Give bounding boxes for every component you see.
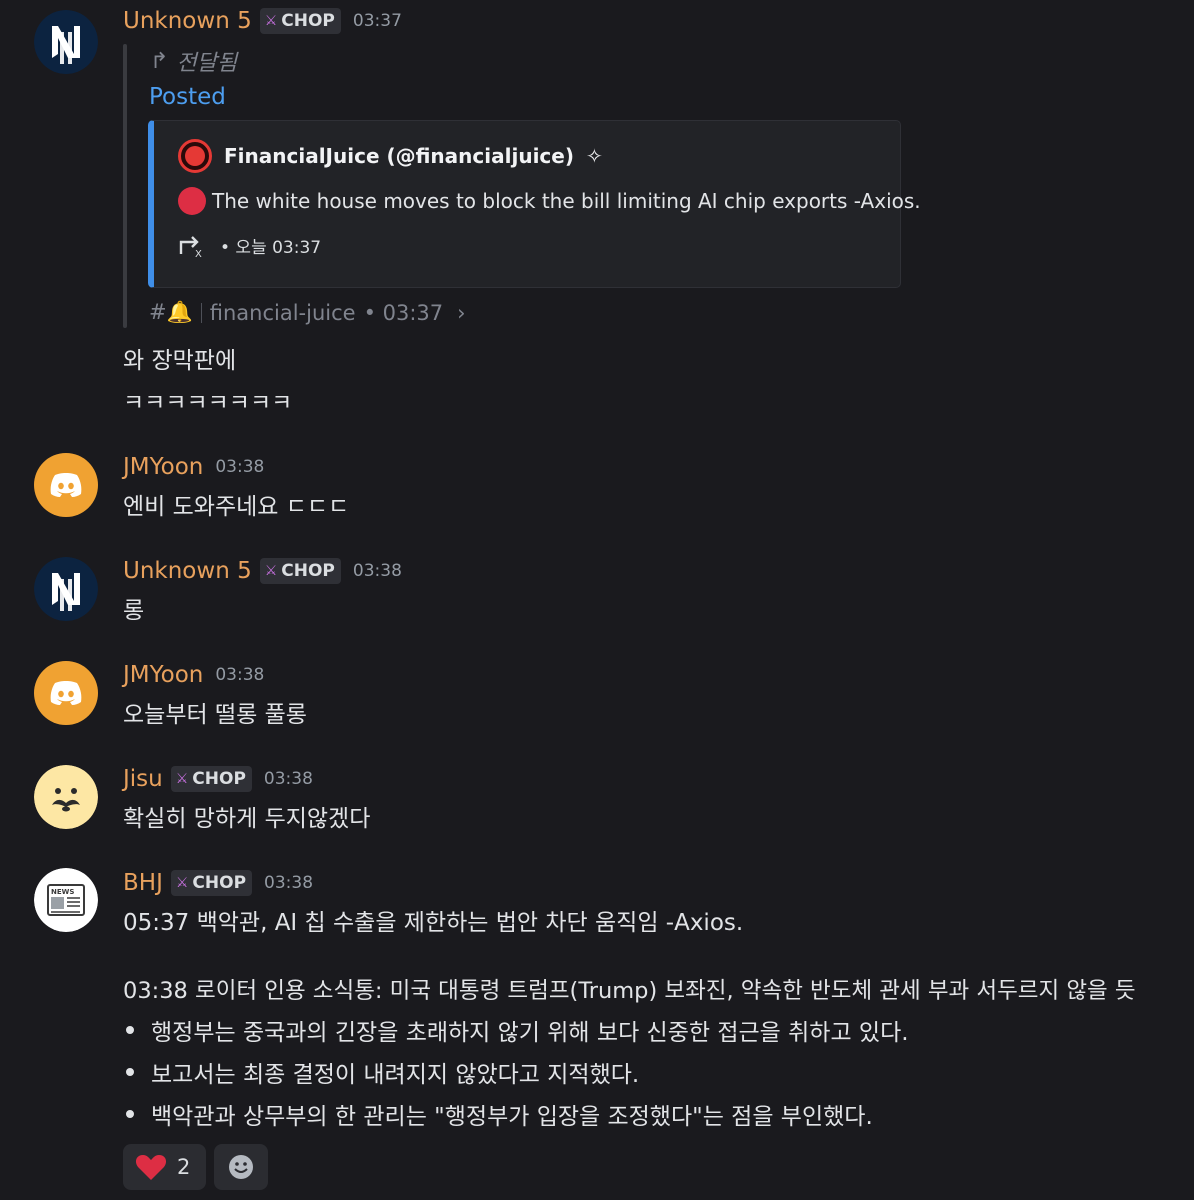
role-badge[interactable]: ⚔ CHOP [170, 766, 252, 792]
ny-yankees-logo-icon [34, 557, 98, 621]
embed-footer: X • 오늘 03:37 [178, 233, 321, 258]
message-header: Jisu ⚔ CHOP 03:38 [123, 766, 313, 792]
reaction-heart[interactable]: 2 [123, 1144, 206, 1190]
posted-link[interactable]: Posted [149, 84, 226, 110]
forward-arrow-icon: ↱ [150, 48, 169, 74]
message-header: Unknown 5 ⚔ CHOP 03:37 [123, 8, 402, 34]
reactions-bar: 2 [123, 1144, 268, 1190]
reaction-count: 2 [177, 1155, 191, 1179]
avatar[interactable] [34, 10, 98, 74]
timestamp[interactable]: 03:38 [215, 665, 264, 685]
divider [200, 302, 202, 323]
embed-author-name[interactable]: FinancialJuice (@financialjuice) [224, 144, 574, 168]
avatar[interactable] [34, 661, 98, 725]
timestamp[interactable]: 03:38 [264, 769, 313, 789]
timestamp[interactable]: 03:38 [215, 457, 264, 477]
avatar[interactable] [34, 453, 98, 517]
message-text: ㅋㅋㅋㅋㅋㅋㅋㅋ [123, 390, 293, 416]
list-item: 보고서는 최종 결정이 내려지지 않았다고 지적했다. [123, 1055, 639, 1089]
timestamp[interactable]: 03:37 [353, 11, 402, 31]
username[interactable]: JMYoon [123, 662, 203, 688]
source-channel-name: financial-juice [209, 300, 356, 325]
username[interactable]: JMYoon [123, 454, 203, 480]
sword-icon: ⚔ [175, 875, 189, 891]
bullet-dot [126, 1110, 134, 1118]
tweet-embed[interactable]: FinancialJuice (@financialjuice) ✧ The w… [148, 120, 921, 288]
username[interactable]: Jisu [123, 766, 163, 792]
forward-bar [123, 44, 127, 328]
embed-footer-text: • 오늘 03:37 [220, 238, 322, 258]
discord-logo-icon [50, 473, 82, 497]
message-text: 오늘부터 떨롱 풀롱 [123, 702, 307, 728]
badge-label: CHOP [281, 11, 335, 31]
embed-description: The white house moves to block the bill … [178, 187, 921, 215]
message-header: Unknown 5 ⚔ CHOP 03:38 [123, 558, 402, 584]
source-channel-link[interactable]: #🔔 financial-juice • 03:37 › [149, 300, 466, 325]
sword-icon: ⚔ [264, 13, 278, 29]
username[interactable]: Unknown 5 [123, 558, 252, 584]
message-header: JMYoon 03:38 [123, 454, 264, 480]
role-badge[interactable]: ⚔ CHOP [259, 8, 341, 34]
red-circle-icon [178, 187, 206, 215]
message-text: 05:37 백악관, AI 칩 수출을 제한하는 법안 차단 움직임 -Axio… [123, 910, 744, 936]
message-text: 확실히 망하게 두지않겠다 [123, 806, 371, 832]
discord-logo-icon [50, 681, 82, 705]
role-badge[interactable]: ⚔ CHOP [170, 870, 253, 896]
newspaper-icon: NEWS [34, 868, 98, 932]
list-item-text: 행정부는 중국과의 긴장을 초래하지 않기 위해 보다 신중한 접근을 취하고 … [151, 1020, 909, 1046]
svg-text:NEWS: NEWS [51, 888, 74, 896]
embed-author[interactable]: FinancialJuice (@financialjuice) ✧ [178, 139, 603, 173]
badge-label: CHOP [192, 873, 247, 893]
avatar[interactable] [34, 557, 98, 621]
sparkle-icon: ✧ [585, 144, 603, 168]
username[interactable]: BHJ [123, 870, 163, 896]
source-time: • 03:37 [363, 300, 444, 325]
message-text: 엔비 도와주네요 ㄷㄷㄷ [123, 494, 350, 520]
svg-text:X: X [195, 249, 202, 258]
sword-icon: ⚔ [264, 563, 278, 579]
badge-label: CHOP [192, 769, 246, 789]
mustache-face-icon [34, 765, 98, 829]
message-text: 와 장막판에 [123, 348, 237, 374]
message-header: BHJ ⚔ CHOP 03:38 [123, 870, 313, 896]
financialjuice-logo-icon [178, 139, 212, 173]
timestamp[interactable]: 03:38 [264, 873, 313, 893]
message-header: JMYoon 03:38 [123, 662, 264, 688]
bullet-dot [126, 1068, 134, 1076]
forwarded-label: ↱ 전달됨 [150, 45, 237, 77]
username[interactable]: Unknown 5 [123, 8, 252, 34]
embed-description-text: The white house moves to block the bill … [212, 189, 921, 213]
role-badge[interactable]: ⚔ CHOP [259, 558, 341, 584]
message-text: 03:38 로이터 인용 소식통: 미국 대통령 트럼프(Trump) 보좌진,… [123, 978, 1136, 1004]
smiley-icon [229, 1155, 253, 1179]
list-item: 행정부는 중국과의 긴장을 초래하지 않기 위해 보다 신중한 접근을 취하고 … [123, 1013, 909, 1047]
sword-icon: ⚔ [175, 771, 189, 787]
timestamp[interactable]: 03:38 [353, 561, 402, 581]
list-item-text: 보고서는 최종 결정이 내려지지 않았다고 지적했다. [151, 1062, 640, 1088]
channel-hash-bell-icon: #🔔 [149, 300, 193, 324]
add-reaction-button[interactable] [214, 1144, 268, 1190]
chevron-right-icon: › [457, 300, 466, 325]
badge-label: CHOP [281, 561, 335, 581]
avatar[interactable]: NEWS [34, 868, 98, 932]
avatar[interactable] [34, 765, 98, 829]
ny-yankees-logo-icon [34, 10, 98, 74]
list-item: 백악관과 상무부의 한 관리는 "행정부가 입장을 조정했다"는 점을 부인했다… [123, 1097, 873, 1131]
list-item-text: 백악관과 상무부의 한 관리는 "행정부가 입장을 조정했다"는 점을 부인했다… [151, 1104, 873, 1130]
heart-icon [135, 1155, 167, 1180]
x-repost-icon: X [179, 235, 202, 258]
forwarded-text: 전달됨 [176, 51, 238, 76]
message-text: 롱 [123, 598, 145, 624]
bullet-dot [126, 1026, 134, 1034]
